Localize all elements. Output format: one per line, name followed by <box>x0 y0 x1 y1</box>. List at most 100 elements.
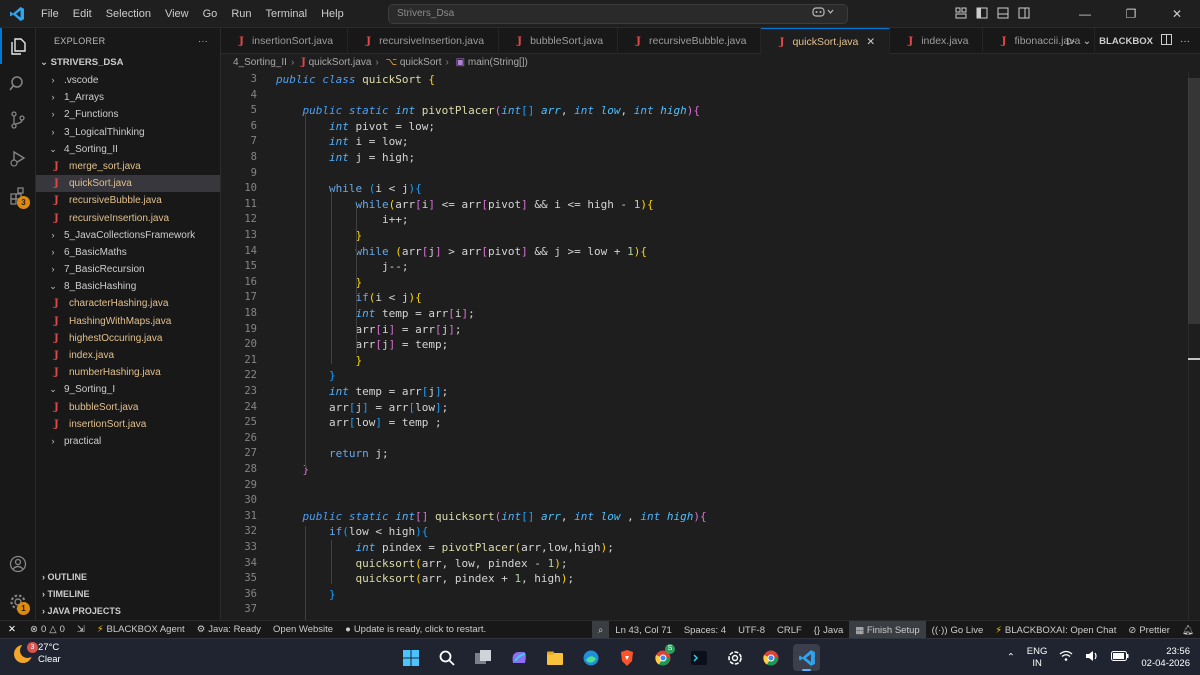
tree-file[interactable]: JquickSort.java <box>36 175 220 193</box>
toggle-sidebar-icon[interactable] <box>976 7 988 22</box>
chevron-up-icon[interactable]: ⌃ <box>1007 652 1015 663</box>
terminal-app-icon[interactable] <box>685 644 712 671</box>
edge-icon[interactable] <box>577 644 604 671</box>
tree-folder[interactable]: › practical <box>36 433 220 450</box>
tree-file[interactable]: JrecursiveBubble.java <box>36 192 220 209</box>
language-indicator[interactable]: ENG IN <box>1027 646 1048 670</box>
more-actions-button[interactable]: ··· <box>1180 36 1190 47</box>
copilot-app-icon[interactable] <box>505 644 532 671</box>
remote-icon[interactable]: ✕ <box>0 621 24 639</box>
close-tab-icon[interactable]: ✕ <box>866 36 875 48</box>
battery-icon[interactable] <box>1111 651 1129 664</box>
indentation[interactable]: Spaces: 4 <box>678 625 732 636</box>
toggle-panel-icon[interactable] <box>997 7 1009 22</box>
problems-indicator[interactable]: ⊗ 0 △ 0 <box>24 624 71 635</box>
chatgpt-icon[interactable] <box>721 644 748 671</box>
cursor-position[interactable]: Ln 43, Col 71 <box>609 625 678 636</box>
menu-selection[interactable]: Selection <box>99 0 158 28</box>
account-icon[interactable] <box>0 546 36 582</box>
tree-file[interactable]: JbubbleSort.java <box>36 399 220 416</box>
tree-file[interactable]: JhighestOccuring.java <box>36 330 220 347</box>
section-java-projects[interactable]: › JAVA PROJECTS <box>36 603 220 620</box>
brave-icon[interactable] <box>613 644 640 671</box>
tree-folder[interactable]: ⌄ 9_Sorting_I <box>36 381 220 398</box>
breadcrumb-method[interactable]: main(String[]) <box>468 57 528 68</box>
tree-file[interactable]: JrecursiveInsertion.java <box>36 210 220 227</box>
run-icon[interactable]: ▷ <box>1067 36 1075 47</box>
close-icon[interactable]: ✕ <box>1154 7 1200 21</box>
vertical-scrollbar[interactable] <box>1188 72 1200 620</box>
blackboxai-chat-button[interactable]: ⚡ BLACKBOXAI: Open Chat <box>989 625 1122 636</box>
tree-folder[interactable]: › 2_Functions <box>36 106 220 123</box>
layout-icon[interactable] <box>955 7 967 22</box>
vscode-logo-icon[interactable] <box>0 0 34 28</box>
toggle-secondary-sidebar-icon[interactable] <box>1018 7 1030 22</box>
menu-go[interactable]: Go <box>196 0 225 28</box>
minimize-icon[interactable]: — <box>1062 7 1108 21</box>
encoding[interactable]: UTF-8 <box>732 625 771 636</box>
tree-folder[interactable]: › .vscode <box>36 72 220 89</box>
run-debug-icon[interactable] <box>0 140 36 176</box>
search-icon[interactable] <box>0 66 36 102</box>
run-dropdown-icon[interactable]: ⌄ <box>1083 36 1091 47</box>
volume-icon[interactable] <box>1085 650 1099 665</box>
file-explorer-icon[interactable] <box>541 644 568 671</box>
editor-tab[interactable]: JrecursiveBubble.java <box>618 28 762 54</box>
editor-tab[interactable]: JbubbleSort.java <box>499 28 619 54</box>
weather-widget[interactable]: 3 27°C Clear <box>14 642 61 666</box>
tree-folder[interactable]: › 7_BasicRecursion <box>36 261 220 278</box>
clock[interactable]: 23:56 02-04-2026 <box>1141 646 1190 670</box>
go-live-button[interactable]: ((·)) Go Live <box>926 625 990 636</box>
tree-file[interactable]: JinsertionSort.java <box>36 416 220 433</box>
open-website-button[interactable]: Open Website <box>267 624 339 635</box>
command-center-search[interactable]: Strivers_Dsa <box>388 4 848 24</box>
language-mode[interactable]: {} Java <box>808 625 849 636</box>
source-control-icon[interactable] <box>0 102 36 138</box>
prettier-button[interactable]: ⊘ Prettier <box>1122 625 1176 636</box>
breadcrumb-file[interactable]: quickSort.java <box>309 57 372 68</box>
breadcrumb-class[interactable]: quickSort <box>400 57 442 68</box>
finish-setup-button[interactable]: ▦ Finish Setup <box>849 621 926 639</box>
scroll-thumb[interactable] <box>1188 78 1200 324</box>
editor-tab[interactable]: JinsertionSort.java <box>221 28 349 54</box>
notifications-bell-icon[interactable]: 🔔︎ <box>1176 625 1200 636</box>
windows-start-icon[interactable] <box>397 644 424 671</box>
end-of-line[interactable]: CRLF <box>771 625 808 636</box>
explorer-more-button[interactable]: ··· <box>198 36 208 46</box>
editor-tab[interactable]: Jindex.java <box>890 28 984 54</box>
section-outline[interactable]: › OUTLINE <box>36 569 220 586</box>
tree-folder[interactable]: › 5_JavaCollectionsFramework <box>36 227 220 244</box>
java-status[interactable]: ⚙ Java: Ready <box>191 624 267 635</box>
blackbox-agent-button[interactable]: ⚡ BLACKBOX Agent <box>91 624 191 635</box>
vscode-icon[interactable] <box>793 644 820 671</box>
port-icon[interactable]: ⇲ <box>71 624 91 635</box>
settings-gear-icon[interactable]: 1 <box>0 584 36 620</box>
tree-file[interactable]: JnumberHashing.java <box>36 364 220 381</box>
tree-file[interactable]: Jindex.java <box>36 347 220 364</box>
tree-file[interactable]: Jmerge_sort.java <box>36 158 220 175</box>
explorer-icon[interactable] <box>0 28 36 64</box>
extensions-icon[interactable]: 3 <box>0 178 36 214</box>
menu-run[interactable]: Run <box>224 0 258 28</box>
tree-folder[interactable]: ⌄ 4_Sorting_II <box>36 141 220 158</box>
editor-tab[interactable]: JrecursiveInsertion.java <box>348 28 500 54</box>
menu-help[interactable]: Help <box>314 0 351 28</box>
tree-file[interactable]: JcharacterHashing.java <box>36 295 220 312</box>
chrome-profile-icon[interactable]: S <box>649 644 676 671</box>
editor-tab[interactable]: JquickSort.java ✕ <box>761 28 891 54</box>
chrome-icon[interactable] <box>757 644 784 671</box>
tree-folder[interactable]: ⌄ 8_BasicHashing <box>36 278 220 295</box>
update-notice[interactable]: ● Update is ready, click to restart. <box>339 624 492 635</box>
menu-view[interactable]: View <box>158 0 196 28</box>
workspace-root[interactable]: ⌄ STRIVERS_DSA <box>36 54 220 72</box>
zoom-icon[interactable]: ⌕ <box>591 621 610 639</box>
tree-file[interactable]: J HashingWithMaps.java <box>36 313 220 330</box>
menu-file[interactable]: File <box>34 0 66 28</box>
blackbox-button[interactable]: BLACKBOX <box>1099 36 1153 47</box>
code-editor[interactable]: 3 public class quickSort {4 5 public stati… <box>221 72 1200 620</box>
task-view-icon[interactable] <box>469 644 496 671</box>
menu-edit[interactable]: Edit <box>66 0 99 28</box>
restore-icon[interactable]: ❐ <box>1108 7 1154 21</box>
search-icon[interactable] <box>433 644 460 671</box>
tree-folder[interactable]: › 3_LogicalThinking <box>36 124 220 141</box>
